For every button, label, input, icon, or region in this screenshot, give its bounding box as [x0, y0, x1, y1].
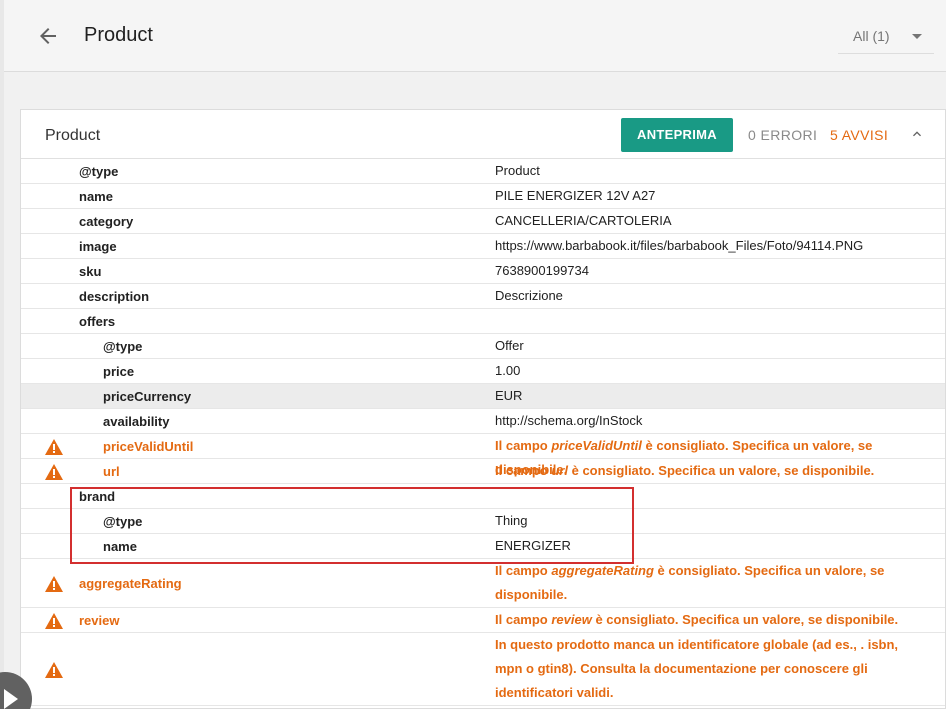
- property-name: name: [79, 189, 113, 204]
- property-value: https://www.barbabook.it/files/barbabook…: [495, 238, 864, 253]
- property-name: @type: [79, 164, 119, 179]
- property-name: priceValidUntil: [103, 439, 194, 454]
- card-title: Product: [45, 127, 101, 144]
- property-name: name: [103, 539, 137, 554]
- table-row: price 1.00: [21, 359, 945, 384]
- table-row-warning: priceValidUntil Il campo priceValidUntil…: [21, 434, 945, 477]
- filter-dropdown[interactable]: All (1): [838, 18, 934, 54]
- property-value: 7638900199734: [495, 263, 589, 278]
- table-row: image https://www.barbabook.it/files/bar…: [21, 234, 945, 259]
- warning-triangle-icon: [45, 613, 63, 629]
- table-row: category CANCELLERIA/CARTOLERIA: [21, 209, 945, 234]
- table-row: brand: [21, 484, 945, 509]
- property-value: Offer: [495, 338, 524, 353]
- table-row-warning: url Il campo url è consigliato. Specific…: [21, 459, 945, 484]
- table-row-warning: In questo prodotto manca un identificato…: [21, 633, 945, 706]
- table-row: name ENERGIZER: [21, 534, 945, 559]
- table-row-warning: aggregateRating Il campo aggregateRating…: [21, 559, 945, 608]
- property-name: description: [79, 289, 150, 304]
- warning-message: Il campo aggregateRating è consigliato. …: [495, 563, 885, 602]
- table-row: description Descrizione: [21, 284, 945, 309]
- property-value: PILE ENERGIZER 12V A27: [495, 188, 656, 203]
- property-value: 1.00: [495, 363, 521, 378]
- card-header: Product ANTEPRIMA 0 ERRORI 5 AVVISI: [21, 110, 945, 159]
- table-row: @type Thing: [21, 509, 945, 534]
- property-name: availability: [103, 414, 170, 429]
- left-edge-strip: [0, 0, 4, 709]
- property-value: Thing: [495, 513, 528, 528]
- page-title: Product: [84, 24, 153, 46]
- warning-triangle-icon: [45, 464, 63, 480]
- table-row: priceCurrency EUR: [21, 384, 945, 409]
- arrow-left-icon[interactable]: [36, 24, 60, 48]
- warning-message: Il campo review è consigliato. Specifica…: [495, 612, 899, 627]
- property-value: ENERGIZER: [495, 538, 571, 553]
- table-row: availability http://schema.org/InStock: [21, 409, 945, 434]
- table-row: @type Offer: [21, 334, 945, 359]
- property-name: offers: [79, 314, 116, 329]
- property-name: category: [79, 214, 134, 229]
- preview-button[interactable]: ANTEPRIMA: [621, 118, 733, 152]
- property-value: EUR: [495, 388, 523, 403]
- result-card: Product ANTEPRIMA 0 ERRORI 5 AVVISI @typ…: [20, 109, 946, 709]
- property-name: priceCurrency: [103, 389, 192, 404]
- warnings-count[interactable]: 5 AVVISI: [830, 127, 888, 143]
- property-value: CANCELLERIA/CARTOLERIA: [495, 213, 672, 228]
- property-name: review: [79, 613, 120, 628]
- table-row: @type Product: [21, 159, 945, 184]
- top-bar: Product All (1): [4, 0, 946, 72]
- property-value: http://schema.org/InStock: [495, 413, 643, 428]
- caret-down-icon: [912, 34, 922, 39]
- property-name: @type: [103, 514, 143, 529]
- warning-triangle-icon: [45, 439, 63, 455]
- filter-label: All (1): [853, 28, 890, 44]
- table-row: sku 7638900199734: [21, 259, 945, 284]
- table-row: name PILE ENERGIZER 12V A27: [21, 184, 945, 209]
- table-row: offers: [21, 309, 945, 334]
- property-name: @type: [103, 339, 143, 354]
- warning-triangle-icon: [45, 576, 63, 592]
- errors-count[interactable]: 0 ERRORI: [748, 127, 817, 143]
- property-name: sku: [79, 264, 102, 279]
- warning-message: Il campo url è consigliato. Specifica un…: [495, 463, 875, 478]
- warning-message: In questo prodotto manca un identificato…: [495, 637, 899, 700]
- property-name: aggregateRating: [79, 576, 182, 591]
- property-name: price: [103, 364, 135, 379]
- play-icon: [4, 689, 18, 709]
- property-value: Descrizione: [495, 288, 563, 303]
- property-name: image: [79, 239, 117, 254]
- warning-triangle-icon: [45, 662, 63, 678]
- chevron-up-icon[interactable]: [909, 126, 925, 142]
- property-table: @type Product name PILE ENERGIZER 12V A2…: [21, 159, 945, 706]
- table-row-warning: review Il campo review è consigliato. Sp…: [21, 608, 945, 633]
- property-name: brand: [79, 489, 116, 504]
- property-value: Product: [495, 163, 540, 178]
- property-name: url: [103, 464, 120, 479]
